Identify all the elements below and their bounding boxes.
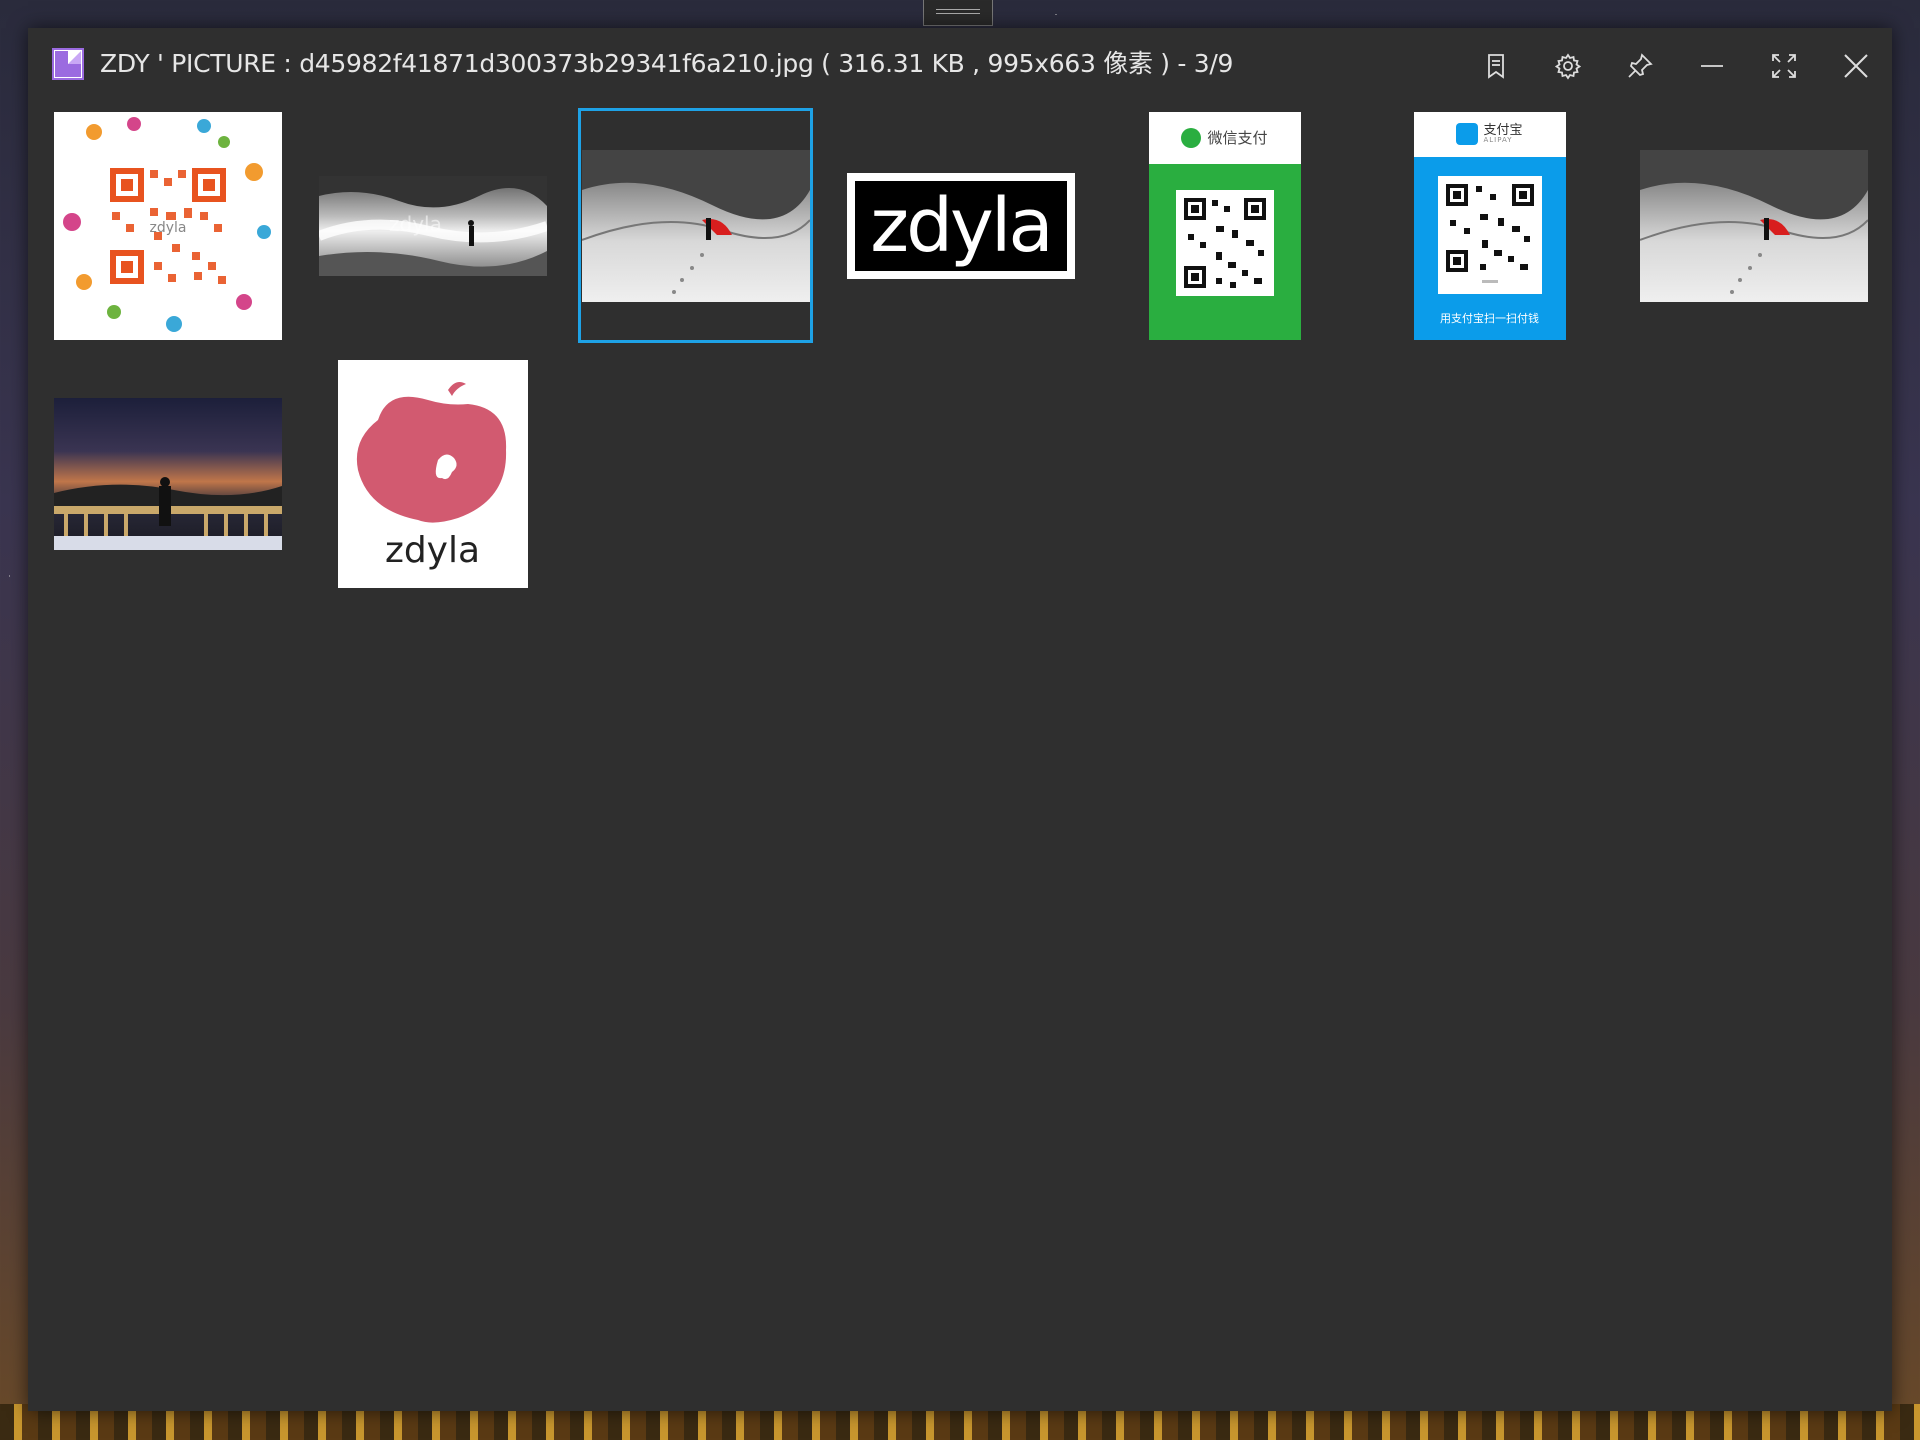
desert-dune-image-2	[1639, 149, 1868, 302]
svg-text:zdyla: zdyla	[149, 220, 186, 236]
thumbnail-1[interactable]: zdyla	[50, 108, 285, 343]
snowy-river-graphic: zdyla	[318, 175, 547, 276]
apple-logo-graphic	[356, 381, 506, 523]
colorful-qr-code-graphic: zdyla	[62, 116, 271, 332]
alipay-sub-label: ALIPAY	[1483, 136, 1513, 144]
apple-logo-image: zdyla	[337, 359, 528, 588]
wechat-pay-card: 微信支付	[1148, 111, 1301, 340]
thumbnail-7[interactable]	[1636, 108, 1871, 343]
pin-icon	[1628, 53, 1653, 78]
alipay-qr-graphic	[1445, 183, 1534, 283]
thumbnail-8[interactable]	[50, 356, 285, 591]
thumbnail-4[interactable]: zdyla	[843, 108, 1078, 343]
bookmark-icon	[1488, 54, 1504, 79]
fullscreen-button[interactable]	[1760, 42, 1808, 90]
minimize-button[interactable]	[1688, 42, 1736, 90]
alipay-footer-text: 用支付宝扫一扫付钱	[1440, 311, 1539, 325]
desert-dune-graphic	[581, 149, 810, 294]
night-lake-image	[53, 397, 282, 550]
drag-grip-handle[interactable]	[923, 0, 993, 26]
title-bar[interactable]: ZDY ' PICTURE : d45982f41871d300373b2934…	[28, 28, 1892, 100]
viewer-window: ZDY ' PICTURE : d45982f41871d300373b2934…	[28, 28, 1892, 1411]
svg-text:zdyla: zdyla	[389, 212, 442, 236]
thumbnail-6[interactable]: 支付宝 ALIPAY 用支付宝扫一扫付钱	[1372, 108, 1607, 343]
wechat-pay-header: 微信支付	[1148, 111, 1301, 164]
fullscreen-icon	[1772, 54, 1796, 78]
wechat-qr-graphic	[1183, 197, 1266, 288]
alipay-logo-icon	[1456, 123, 1479, 145]
app-logo-icon	[52, 48, 84, 80]
settings-button[interactable]	[1544, 42, 1592, 90]
alipay-header: 支付宝 ALIPAY	[1413, 111, 1566, 157]
close-button[interactable]	[1832, 42, 1880, 90]
desert-dune-graphic-2	[1639, 149, 1868, 294]
wechat-check-icon	[1181, 127, 1202, 148]
zdyla-wordmark-text: zdyla	[854, 180, 1067, 271]
settings-gear-icon	[1554, 53, 1582, 80]
wechat-qr-code	[1175, 189, 1274, 296]
qr-code-image: zdyla	[53, 111, 282, 340]
night-lake-graphic	[53, 476, 282, 550]
thumbnail-9[interactable]: zdyla	[315, 356, 550, 591]
wechat-pay-label: 微信支付	[1207, 129, 1268, 147]
alipay-card: 支付宝 ALIPAY 用支付宝扫一扫付钱	[1413, 111, 1566, 340]
window-title: ZDY ' PICTURE : d45982f41871d300373b2934…	[100, 49, 1234, 78]
pin-button[interactable]	[1616, 42, 1664, 90]
alipay-qr-code	[1437, 175, 1542, 294]
bookmark-button[interactable]	[1472, 42, 1520, 90]
apple-logo-caption: zdyla	[384, 529, 481, 571]
thumbnail-2[interactable]: zdyla	[315, 108, 550, 343]
wordmark-image: zdyla	[846, 172, 1075, 279]
thumbnail-3-selected[interactable]	[578, 108, 813, 343]
minimize-icon	[1701, 65, 1723, 67]
close-icon	[1844, 54, 1868, 78]
snowy-river-image: zdyla	[318, 175, 547, 276]
desert-dune-image	[581, 149, 810, 302]
thumbnail-5[interactable]: 微信支付	[1107, 108, 1342, 343]
